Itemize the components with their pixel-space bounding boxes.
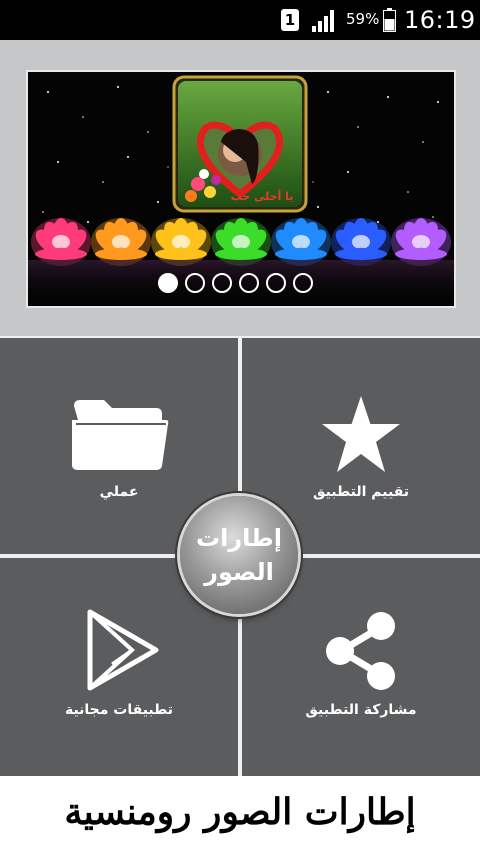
lotus-light (151, 218, 211, 266)
lotus-light (211, 218, 271, 266)
carousel-indicator[interactable] (28, 273, 454, 293)
carousel-dot[interactable] (212, 273, 232, 293)
photo-frames-button[interactable]: إطارات الصور (180, 496, 298, 614)
share-icon (326, 612, 395, 690)
carousel-dot[interactable] (239, 273, 259, 293)
photo-frames-line1: إطارات (195, 524, 282, 552)
banner-area: يا أحلى حب (0, 40, 480, 336)
footer-title: إطارات الصور رومنسية (0, 776, 480, 854)
banner-artwork: يا أحلى حب (28, 75, 454, 306)
photo-frame: يا أحلى حب (172, 75, 308, 213)
battery-percent: 59% (346, 10, 380, 28)
photo-frames-line2: الصور (204, 558, 274, 586)
battery-icon (383, 8, 396, 32)
lotus-light (31, 218, 91, 266)
lotus-light (391, 218, 451, 266)
play-store-icon (87, 609, 159, 691)
carousel-dot[interactable] (266, 273, 286, 293)
carousel-dot-active[interactable] (158, 273, 178, 293)
sim-badge: 1 (281, 9, 299, 31)
star-icon (322, 396, 400, 472)
share-app-label: مشاركة التطبيق (305, 702, 417, 718)
carousel-dot[interactable] (185, 273, 205, 293)
my-work-label: عملي (99, 484, 139, 500)
status-bar: 1 59% 16:19 (0, 0, 480, 40)
lotus-lights (31, 218, 451, 266)
rate-app-label: تقييم التطبيق (312, 484, 410, 500)
lotus-light (331, 218, 391, 266)
lotus-light (91, 218, 151, 266)
free-apps-label: تطبيقات مجانية (64, 702, 174, 718)
folder-icon (72, 400, 169, 470)
frame-caption: يا أحلى حب (231, 189, 294, 203)
lotus-light (271, 218, 331, 266)
clock: 16:19 (404, 6, 476, 34)
featured-banner[interactable]: يا أحلى حب (26, 70, 456, 308)
signal-icon (312, 10, 334, 32)
carousel-dot[interactable] (293, 273, 313, 293)
